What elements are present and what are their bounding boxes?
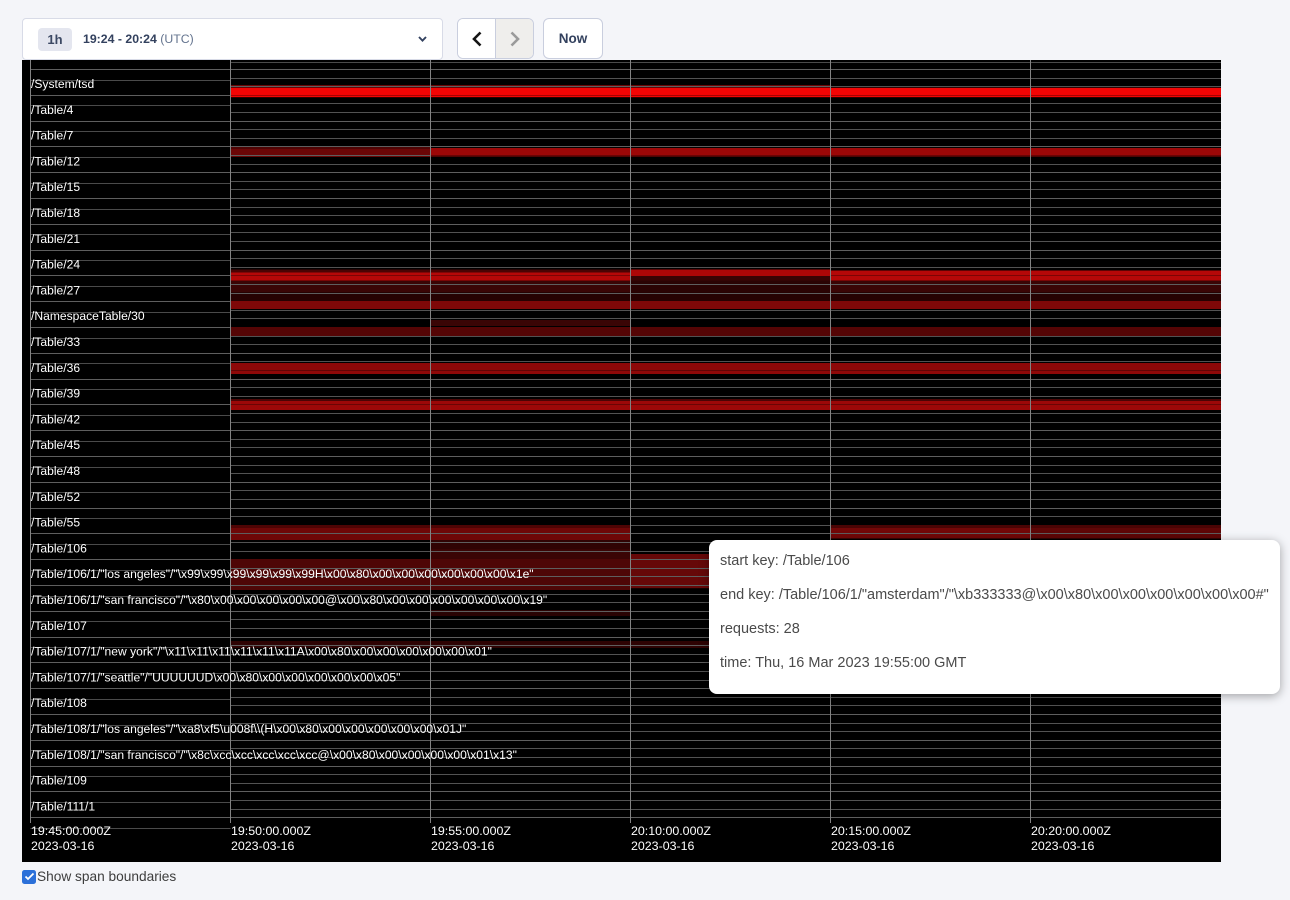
svg-text:20:20:00.000Z: 20:20:00.000Z: [1031, 824, 1111, 838]
svg-text:/Table/27: /Table/27: [31, 283, 80, 297]
svg-text:/Table/24: /Table/24: [31, 258, 80, 272]
svg-text:2023-03-16: 2023-03-16: [1031, 839, 1094, 853]
svg-text:/Table/33: /Table/33: [31, 335, 80, 349]
svg-text:/System/tsd: /System/tsd: [31, 77, 94, 91]
svg-text:/Table/12: /Table/12: [31, 154, 80, 168]
svg-text:19:45:00.000Z: 19:45:00.000Z: [31, 824, 111, 838]
svg-text:2023-03-16: 2023-03-16: [431, 839, 494, 853]
svg-text:2023-03-16: 2023-03-16: [231, 839, 294, 853]
svg-text:20:10:00.000Z: 20:10:00.000Z: [631, 824, 711, 838]
svg-text:/Table/108: /Table/108: [31, 696, 87, 710]
svg-text:2023-03-16: 2023-03-16: [631, 839, 694, 853]
svg-text:/Table/107/1/"new york"/"\x11\: /Table/107/1/"new york"/"\x11\x11\x11\x1…: [31, 645, 492, 659]
svg-text:/Table/4: /Table/4: [31, 103, 74, 117]
svg-text:2023-03-16: 2023-03-16: [831, 839, 894, 853]
svg-text:/Table/45: /Table/45: [31, 438, 80, 452]
svg-text:/Table/48: /Table/48: [31, 464, 80, 478]
svg-text:/Table/106/1/"san francisco"/": /Table/106/1/"san francisco"/"\x80\x00\x…: [31, 593, 547, 607]
svg-text:19:55:00.000Z: 19:55:00.000Z: [431, 824, 511, 838]
svg-text:/Table/108/1/"san francisco"/": /Table/108/1/"san francisco"/"\x8c\xcc\x…: [31, 748, 517, 762]
svg-text:/Table/15: /Table/15: [31, 180, 80, 194]
svg-text:/Table/39: /Table/39: [31, 387, 80, 401]
svg-text:/Table/108/1/"los angeles"/"\x: /Table/108/1/"los angeles"/"\xa8\xf5\u00…: [31, 722, 466, 736]
svg-text:/Table/107/1/"seattle"/"UUUUUU: /Table/107/1/"seattle"/"UUUUUUD\x00\x80\…: [31, 670, 400, 684]
svg-text:/Table/7: /Table/7: [31, 129, 74, 143]
svg-text:/Table/111/1: /Table/111/1: [31, 799, 95, 813]
svg-text:/Table/106: /Table/106: [31, 541, 87, 555]
svg-text:/Table/18: /Table/18: [31, 206, 80, 220]
svg-text:/Table/36: /Table/36: [31, 361, 80, 375]
svg-text:/NamespaceTable/30: /NamespaceTable/30: [31, 309, 145, 323]
svg-text:/Table/55: /Table/55: [31, 516, 80, 530]
svg-text:2023-03-16: 2023-03-16: [31, 839, 94, 853]
svg-text:/Table/52: /Table/52: [31, 490, 80, 504]
svg-text:20:15:00.000Z: 20:15:00.000Z: [831, 824, 911, 838]
svg-text:/Table/109: /Table/109: [31, 774, 87, 788]
svg-text:19:50:00.000Z: 19:50:00.000Z: [231, 824, 311, 838]
svg-text:/Table/42: /Table/42: [31, 412, 80, 426]
svg-text:/Table/106/1/"los angeles"/"\x: /Table/106/1/"los angeles"/"\x99\x99\x99…: [31, 567, 534, 581]
svg-text:/Table/107: /Table/107: [31, 619, 87, 633]
svg-text:/Table/21: /Table/21: [31, 232, 80, 246]
